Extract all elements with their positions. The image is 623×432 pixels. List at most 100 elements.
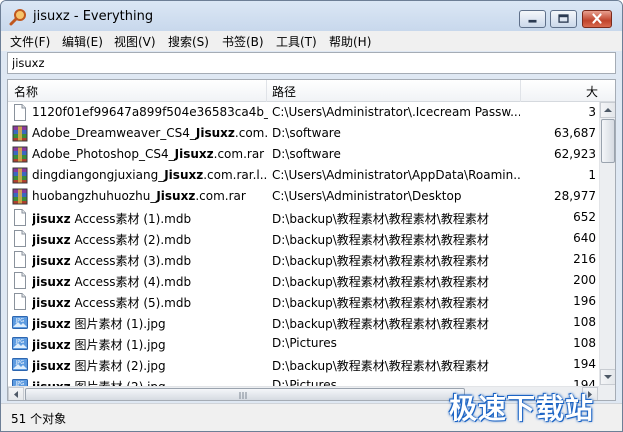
column-divider[interactable]	[520, 80, 521, 102]
menu-bookmarks[interactable]: 书签(B)	[222, 33, 264, 50]
file-name-match: Jisuxz	[195, 126, 235, 140]
table-row[interactable]: jisuxz Access素材 (3).mdb D:\backup\教程素材\教程…	[8, 249, 598, 270]
file-size: 108	[573, 315, 596, 329]
file-name-match: jisuxz	[32, 317, 71, 331]
file-path: D:\backup\教程素材\教程素材\教程素材	[272, 275, 489, 289]
menu-edit[interactable]: 编辑(E)	[62, 33, 103, 50]
rar-archive-icon	[12, 146, 28, 163]
file-path: D:\software	[272, 126, 341, 140]
column-header-row: 名称 路径 大	[8, 80, 615, 102]
table-row[interactable]: dingdiangongjuxiang_Jisuxz.com.rar.l... C…	[8, 165, 598, 186]
rar-archive-icon	[12, 188, 28, 205]
minimize-icon	[528, 19, 537, 23]
file-icon	[12, 230, 28, 247]
menu-file[interactable]: 文件(F)	[10, 33, 50, 50]
close-icon	[592, 13, 602, 24]
column-header-size[interactable]: 大	[586, 83, 598, 100]
chevron-left-icon	[14, 391, 18, 398]
scroll-left-button[interactable]	[8, 387, 24, 400]
table-row[interactable]: jisuxz Access素材 (5).mdb D:\backup\教程素材\教程…	[8, 291, 598, 312]
file-name-text: Adobe_Photoshop_CS4_	[32, 147, 175, 161]
jpg-image-icon: JPG	[12, 377, 28, 386]
menu-search[interactable]: 搜索(S)	[168, 33, 209, 50]
vertical-scroll-thumb[interactable]	[601, 119, 615, 163]
file-name-match: jisuxz	[32, 338, 71, 352]
jpg-image-icon: JPG	[12, 335, 28, 352]
maximize-button[interactable]	[550, 10, 577, 28]
search-box[interactable]	[7, 52, 616, 74]
vertical-scrollbar[interactable]	[599, 102, 615, 386]
close-button[interactable]	[582, 10, 612, 28]
table-row[interactable]: Adobe_Photoshop_CS4_Jisuxz.com.rar D:\sof…	[8, 144, 598, 165]
table-row[interactable]: Adobe_Dreamweaver_CS4_Jisuxz.com... D:\so…	[8, 123, 598, 144]
file-name-match: jisuxz	[32, 233, 71, 247]
file-path: C:\Users\Administrator\AppData\Roamin...	[272, 168, 520, 182]
menu-view[interactable]: 视图(V)	[114, 33, 156, 50]
results-list[interactable]: 名称 路径 大 1120f01ef99647a899f504e36583ca4b…	[7, 79, 616, 401]
file-name: huobangzhuhuozhu_Jisuxz.com.rar	[32, 189, 268, 205]
menu-help[interactable]: 帮助(H)	[329, 33, 371, 50]
scroll-down-button[interactable]	[600, 369, 615, 385]
file-name: jisuxz Access素材 (3).mdb	[32, 252, 268, 268]
jpg-image-icon: JPG	[12, 356, 28, 373]
file-name: 1120f01ef99647a899f504e36583ca4b_...	[32, 105, 268, 121]
watermark-logo: 极速下载站	[449, 392, 595, 425]
window-title: jisuxz - Everything	[33, 9, 154, 24]
file-name: Adobe_Photoshop_CS4_Jisuxz.com.rar	[32, 147, 268, 163]
file-name-match: jisuxz	[32, 275, 71, 289]
horizontal-scroll-thumb[interactable]	[25, 388, 465, 400]
table-row[interactable]: JPG jisuxz 图片素材 (2).jpg D:\backup\教程素材\教程素…	[8, 354, 598, 375]
file-name-text: 1120f01ef99647a899f504e36583ca4b_...	[32, 105, 268, 119]
column-header-name[interactable]: 名称	[14, 83, 38, 100]
file-name-text: Access素材 (5).mdb	[70, 296, 192, 310]
table-row[interactable]: JPG jisuxz 图片素材 (2).jpg D:\Pictures 194	[8, 375, 598, 386]
file-name-text: .com.rar	[195, 189, 246, 203]
scroll-up-button[interactable]	[600, 102, 615, 118]
magnifier-icon	[9, 9, 26, 26]
file-name-text: Access素材 (1).mdb	[70, 212, 192, 226]
table-row[interactable]: JPG jisuxz 图片素材 (1).jpg D:\backup\教程素材\教程素…	[8, 312, 598, 333]
file-icon	[12, 104, 28, 121]
file-name: jisuxz 图片素材 (1).jpg	[32, 336, 268, 352]
column-divider[interactable]	[266, 80, 267, 102]
table-row[interactable]: JPG jisuxz 图片素材 (1).jpg D:\Pictures 108	[8, 333, 598, 354]
table-row[interactable]: 1120f01ef99647a899f504e36583ca4b_... C:\U…	[8, 102, 598, 123]
file-name-text: dingdiangongjuxiang_	[32, 168, 165, 182]
svg-text:JPG: JPG	[15, 318, 24, 324]
file-icon	[12, 293, 28, 310]
menu-bar: 文件(F) 编辑(E) 视图(V) 搜索(S) 书签(B) 工具(T) 帮助(H…	[1, 31, 622, 51]
file-path: D:\backup\教程素材\教程素材\教程素材	[272, 359, 489, 373]
file-icon	[12, 251, 28, 268]
file-path: C:\Users\Administrator\.Icecream Passw..…	[272, 105, 520, 119]
chevron-up-icon	[604, 108, 612, 112]
svg-text:JPG: JPG	[15, 339, 24, 345]
table-row[interactable]: huobangzhuhuozhu_Jisuxz.com.rar C:\Users\…	[8, 186, 598, 207]
file-size: 200	[573, 273, 596, 287]
file-name-text: 图片素材 (1).jpg	[70, 338, 166, 352]
file-path: D:\backup\教程素材\教程素材\教程素材	[272, 233, 489, 247]
file-name-match: Jisuxz	[164, 168, 204, 182]
object-count: 51 个对象	[11, 412, 67, 426]
minimize-button[interactable]	[519, 10, 546, 28]
file-name: jisuxz Access素材 (2).mdb	[32, 231, 268, 247]
table-row[interactable]: jisuxz Access素材 (2).mdb D:\backup\教程素材\教程…	[8, 228, 598, 249]
file-name-text: .com.rar	[213, 147, 265, 161]
table-row[interactable]: jisuxz Access素材 (1).mdb D:\backup\教程素材\教程…	[8, 207, 598, 228]
rar-archive-icon	[12, 167, 28, 184]
file-name-match: jisuxz	[32, 254, 71, 268]
file-size: 216	[573, 252, 596, 266]
file-name-text: .com.rar.l...	[203, 168, 268, 182]
file-name: Adobe_Dreamweaver_CS4_Jisuxz.com...	[32, 126, 268, 142]
file-path: D:\Pictures	[272, 378, 337, 386]
search-input[interactable]	[12, 55, 608, 71]
file-name-match: jisuxz	[32, 359, 71, 373]
title-bar[interactable]: jisuxz - Everything	[1, 1, 622, 31]
file-name-text: Adobe_Dreamweaver_CS4_	[32, 126, 196, 140]
file-path: D:\Pictures	[272, 336, 337, 350]
menu-tools[interactable]: 工具(T)	[276, 33, 317, 50]
table-row[interactable]: jisuxz Access素材 (4).mdb D:\backup\教程素材\教程…	[8, 270, 598, 291]
column-header-path[interactable]: 路径	[272, 83, 296, 100]
file-name: jisuxz Access素材 (4).mdb	[32, 273, 268, 289]
file-name: jisuxz 图片素材 (1).jpg	[32, 315, 268, 331]
file-name-text: 图片素材 (1).jpg	[70, 317, 166, 331]
